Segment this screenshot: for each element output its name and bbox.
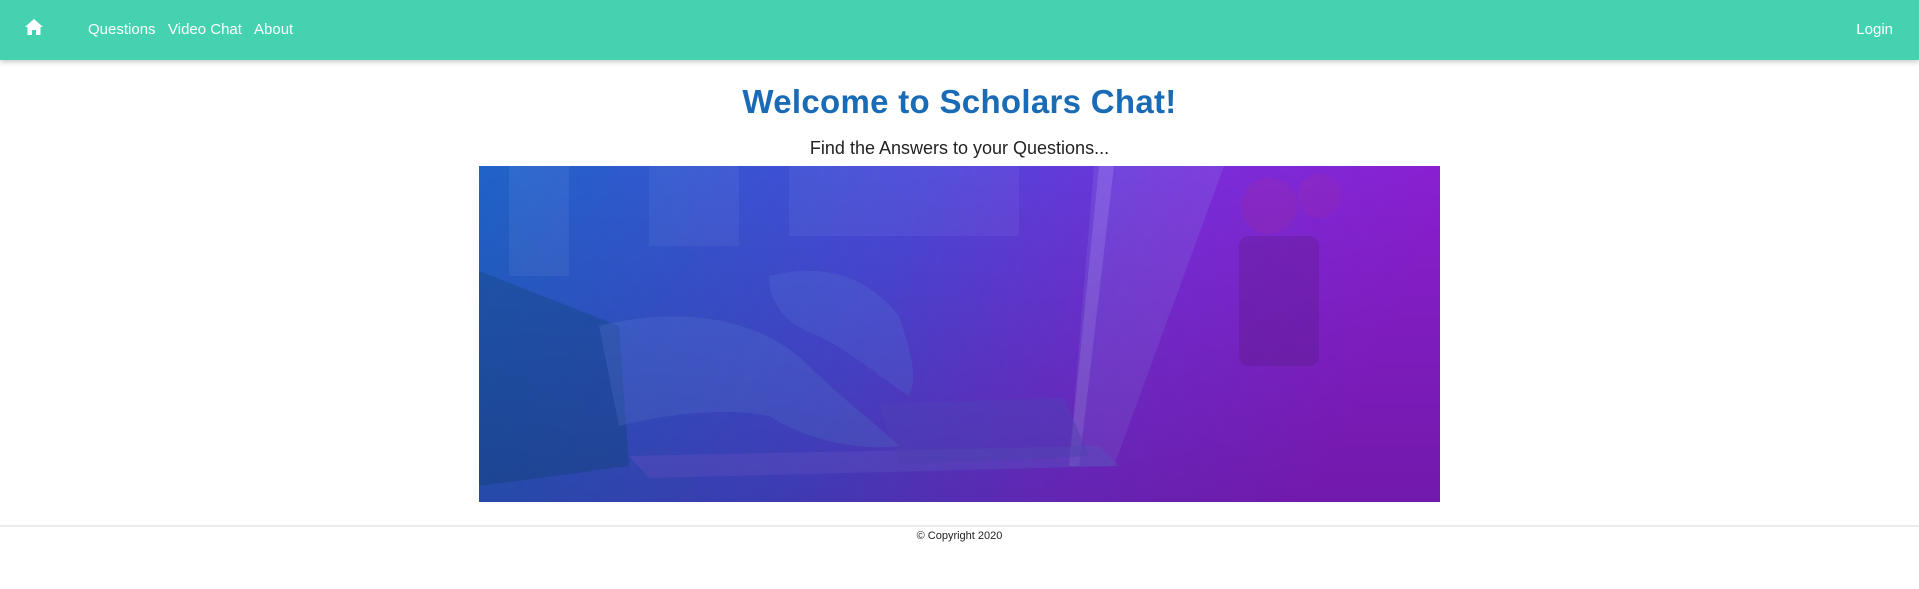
home-icon bbox=[25, 18, 43, 40]
nav-link-questions[interactable]: Questions bbox=[88, 20, 156, 39]
page-title: Welcome to Scholars Chat! bbox=[742, 83, 1177, 120]
home-button[interactable] bbox=[22, 17, 46, 41]
footer-copyright: © Copyright 2020 bbox=[916, 530, 1003, 542]
login-link[interactable]: Login bbox=[1856, 20, 1893, 39]
footer-divider bbox=[0, 525, 1919, 527]
nav-link-about[interactable]: About bbox=[254, 20, 293, 39]
hero-image bbox=[479, 166, 1440, 502]
page-subtitle: Find the Answers to your Questions... bbox=[809, 138, 1110, 158]
navbar: Questions Video Chat About Login bbox=[0, 0, 1919, 60]
nav-link-video-chat[interactable]: Video Chat bbox=[168, 20, 242, 39]
